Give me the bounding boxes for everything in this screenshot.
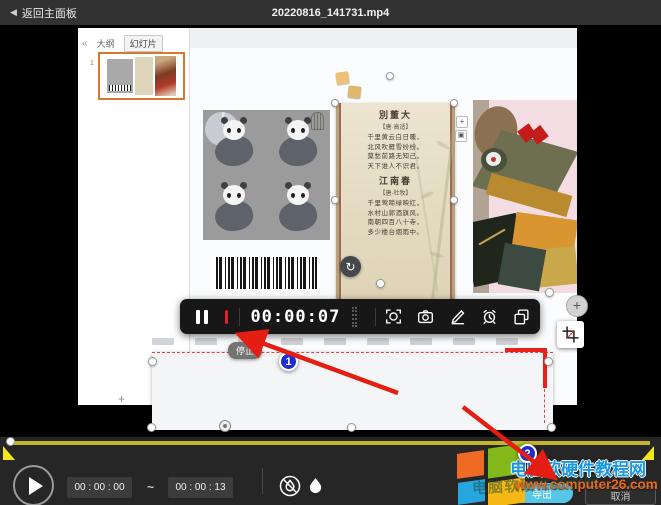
end-time-input[interactable]: 00 : 00 : 13 <box>168 477 233 498</box>
alarm-clock-icon[interactable] <box>481 308 498 325</box>
selection-handle[interactable] <box>331 99 339 107</box>
poem-line: 千里莺啼绿映红， <box>339 199 452 209</box>
still-life-collage-image[interactable] <box>473 100 577 293</box>
selection-handle[interactable] <box>545 288 554 297</box>
capture-region-box[interactable] <box>152 352 553 430</box>
birdcage-shape <box>311 112 324 130</box>
fit-view-icon[interactable]: ▣ <box>455 130 467 142</box>
region-handle[interactable] <box>148 357 157 366</box>
region-handle[interactable] <box>147 423 156 432</box>
annotate-pen-icon[interactable] <box>449 308 466 325</box>
video-filename: 20220816_141731.mp4 <box>0 7 661 19</box>
recorded-app-frame: « 大纲 幻灯片 1 + <box>78 28 577 405</box>
thumb-pandas-image <box>107 59 133 93</box>
thumb-scroll-image <box>135 57 153 95</box>
poem2-title: 江南春 <box>339 174 452 187</box>
panda-illustration <box>267 175 331 240</box>
crop-icon <box>562 326 579 343</box>
recording-timer: 00:00:07 <box>250 307 340 327</box>
watermark-site-url: www.computer26.com <box>515 477 658 492</box>
selection-handle[interactable] <box>450 99 458 107</box>
add-slide-button[interactable]: + <box>118 392 125 405</box>
poem-line: 千里黄云白日曛， <box>339 133 452 143</box>
region-handle[interactable] <box>547 423 556 432</box>
poem-line: 莫愁前路无知己， <box>339 152 452 162</box>
stop-button[interactable] <box>225 310 228 324</box>
blurred-app-toolbar <box>152 338 544 347</box>
tab-outline[interactable]: 大纲 <box>97 37 115 50</box>
panda-illustration <box>267 110 331 175</box>
selection-handle[interactable] <box>331 196 339 204</box>
poem-line: 多少楼台烟雨中。 <box>339 228 452 238</box>
remove-watermark-icon[interactable] <box>278 474 302 503</box>
zoom-plus-button[interactable]: + <box>566 295 588 317</box>
panda-illustration <box>203 175 267 240</box>
play-button[interactable] <box>13 465 54 505</box>
pause-button[interactable] <box>196 310 208 324</box>
poem2-author: 【唐·杜牧】 <box>339 188 452 197</box>
zoom-in-icon[interactable]: + <box>456 116 468 128</box>
region-handle[interactable] <box>347 423 356 432</box>
selection-handle[interactable] <box>450 196 458 204</box>
play-icon <box>29 477 43 495</box>
poem1-title: 別董大 <box>339 108 452 121</box>
title-bar: ◀ 返回主面板 20220816_141731.mp4 <box>0 0 661 25</box>
poem1-author: 【唐·高适】 <box>339 122 452 131</box>
rotate-handle[interactable] <box>386 72 394 80</box>
step-2-badge: 2 <box>518 444 537 463</box>
watermark-drop-icon[interactable] <box>308 477 323 501</box>
recording-toolbar: 00:00:07 <box>180 299 540 334</box>
drag-grip-icon[interactable] <box>352 307 356 327</box>
poem-line: 北风吹雁雪纷纷。 <box>339 143 452 153</box>
timeline-playhead[interactable] <box>6 437 15 446</box>
selection-handle[interactable] <box>376 279 385 288</box>
barcode-image[interactable] <box>213 256 320 290</box>
trim-start-marker[interactable] <box>3 446 16 461</box>
poem-line: 南朝四百八十寺， <box>339 218 452 228</box>
picture-in-picture-icon[interactable] <box>513 308 530 325</box>
collapse-panel-icon[interactable]: « <box>82 38 88 49</box>
rotate-icon[interactable]: ↻ <box>340 256 361 277</box>
region-center-icon[interactable] <box>219 420 231 432</box>
sticky-tag-icon[interactable] <box>335 71 350 85</box>
poem-line: 天下谁人不识君。 <box>339 162 452 172</box>
screenshot-camera-icon[interactable] <box>417 308 434 325</box>
start-time-input[interactable]: 00 : 00 : 00 <box>67 477 132 498</box>
stop-tooltip: 停止 <box>228 342 262 359</box>
tab-slides[interactable]: 幻灯片 <box>124 35 163 52</box>
webcam-icon[interactable] <box>385 308 402 325</box>
poem-text: 別董大 【唐·高适】 千里黄云白日曛， 北风吹雁雪纷纷。 莫愁前路无知己， 天下… <box>339 103 452 237</box>
time-range-separator: ~ <box>147 480 154 494</box>
panda-illustration <box>203 110 267 175</box>
slide-number: 1 <box>90 60 94 67</box>
video-editor-window: ◀ 返回主面板 20220816_141731.mp4 « 大纲 幻灯片 1 + <box>0 0 661 505</box>
region-handle[interactable] <box>544 357 553 366</box>
slide-panel: « 大纲 幻灯片 1 + <box>78 28 190 405</box>
capture-corner-marker <box>505 348 547 388</box>
pandas-picture[interactable] <box>203 110 330 240</box>
poem-line: 水村山郭酒旗风。 <box>339 209 452 219</box>
thumb-bird-image <box>155 56 176 96</box>
sticky-tag-icon[interactable] <box>347 85 361 98</box>
step-1-badge: 1 <box>279 352 298 371</box>
logo-orange-square <box>457 450 484 479</box>
crop-tool-button[interactable] <box>557 321 584 348</box>
timeline-track[interactable] <box>10 441 650 445</box>
slide-thumbnail[interactable] <box>98 52 185 100</box>
divider <box>262 468 263 494</box>
